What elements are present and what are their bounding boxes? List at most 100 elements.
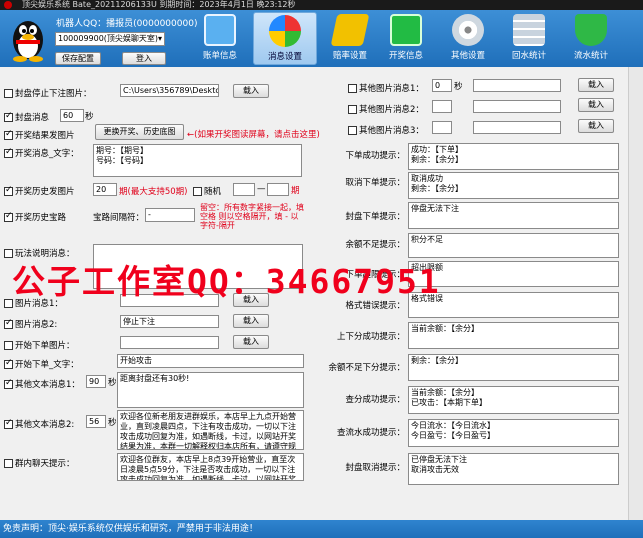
- group-select-value: 100009900(顶尖娱聊天室): [58, 34, 159, 43]
- stop-bet-image-load-button[interactable]: 载入: [233, 84, 269, 98]
- checkbox[interactable]: [4, 147, 13, 158]
- start-bet-image-load-button[interactable]: 载入: [233, 335, 269, 349]
- login-button[interactable]: 登入: [122, 52, 166, 65]
- other-image-3-label[interactable]: 其他图片消息3：: [348, 124, 424, 136]
- random-min-field[interactable]: [233, 183, 255, 196]
- label: 其他图片消息2：: [359, 105, 424, 115]
- other-image-1-load-button[interactable]: 载入: [578, 78, 614, 92]
- road-separator-field[interactable]: -: [145, 208, 195, 222]
- nav-message-settings[interactable]: 消息设置: [253, 12, 317, 65]
- other-text-2-textarea[interactable]: 欢迎各位新老朋友进群娱乐，本店早上九点开始营业，直到凌晨四点，下注有攻击成功，一…: [117, 410, 304, 450]
- label: 开始下单图片：: [15, 341, 75, 351]
- other-image-3-seconds[interactable]: [432, 121, 452, 134]
- group-chat-hint-textarea[interactable]: 欢迎各位群友，本店早上8点39开始营业，直至次日凌晨5点59分，下注是否攻击成功…: [117, 453, 304, 481]
- chevron-down-icon: ▾: [157, 34, 162, 43]
- label: 开奖历史宝路: [15, 213, 67, 223]
- checkbox[interactable]: [4, 318, 13, 329]
- range-dash: —: [257, 184, 266, 194]
- nav-label: 账单信息: [202, 51, 237, 61]
- cancel-bet-textarea[interactable]: 取消成功 剩余：【余分】: [408, 172, 619, 199]
- checkbox[interactable]: [4, 418, 13, 429]
- other-image-2-seconds[interactable]: [432, 100, 452, 113]
- seal-message-seconds[interactable]: 60: [60, 109, 84, 122]
- other-image-3-load-button[interactable]: 载入: [578, 119, 614, 133]
- seal-cancel-textarea[interactable]: 已停盘无法下注 取消攻击无效: [408, 453, 619, 485]
- checkbox[interactable]: [4, 211, 13, 222]
- start-bet-text-field[interactable]: 开始攻击: [117, 354, 304, 368]
- other-text-1-textarea[interactable]: 距离封盘还有30秒!: [117, 372, 304, 408]
- draw-message-textarea[interactable]: 期号：【期号】 号码：【号码】: [93, 144, 302, 177]
- bet-success-textarea[interactable]: 成功：【下单】 剩余：【余分】: [408, 143, 619, 170]
- disc-icon: [452, 14, 484, 46]
- checkbox[interactable]: [4, 129, 13, 140]
- other-image-2-label[interactable]: 其他图片消息2：: [348, 103, 424, 115]
- start-bet-image-label[interactable]: 开始下单图片：: [4, 339, 75, 351]
- label: 其他文本消息2:: [15, 420, 75, 430]
- app-logo-icon: [4, 1, 12, 9]
- stop-bet-image-path[interactable]: C:\Users\356789\Desktop: [120, 84, 219, 97]
- label: 其他图片消息3：: [359, 126, 424, 136]
- checkbox[interactable]: [4, 358, 13, 369]
- draw-history-road-label[interactable]: 开奖历史宝路: [4, 211, 66, 223]
- nav-turnover-stats[interactable]: 流水统计: [559, 12, 623, 65]
- other-image-3-path[interactable]: [473, 121, 561, 134]
- image-message-2-field[interactable]: 停止下注: [120, 315, 219, 328]
- qq-penguin-icon: [6, 16, 50, 62]
- other-text-2-seconds[interactable]: 56: [86, 415, 106, 428]
- other-image-2-path[interactable]: [473, 100, 561, 113]
- other-text-1-seconds[interactable]: 90: [86, 375, 106, 388]
- checkbox[interactable]: [4, 111, 13, 122]
- other-image-2-load-button[interactable]: 载入: [578, 98, 614, 112]
- seal-message-label[interactable]: 封盘消息: [4, 111, 49, 123]
- change-background-button[interactable]: 更换开奖、历史底图: [95, 124, 184, 140]
- draw-history-image-label[interactable]: 开奖历史发图片: [4, 185, 75, 197]
- other-image-1-label[interactable]: 其他图片消息1：: [348, 82, 424, 94]
- checkbox[interactable]: [4, 89, 13, 98]
- image-message-2-load-button[interactable]: 载入: [233, 314, 269, 328]
- checkbox[interactable]: [4, 341, 13, 350]
- checkbox[interactable]: [4, 459, 13, 468]
- image-message-2-label[interactable]: 图片消息2:: [4, 318, 57, 330]
- start-bet-text-label[interactable]: 开始下单_文字：: [4, 358, 79, 370]
- draw-result-image-label[interactable]: 开奖结果发图片: [4, 129, 75, 141]
- checkbox[interactable]: [193, 187, 202, 196]
- start-bet-image-field[interactable]: [120, 336, 219, 349]
- random-max-field[interactable]: [267, 183, 289, 196]
- checkbox[interactable]: [348, 126, 357, 135]
- other-image-1-seconds[interactable]: 0: [432, 79, 452, 92]
- random-checkbox-label[interactable]: 随机: [193, 185, 221, 197]
- label: 开奖历史发图片: [15, 187, 75, 197]
- label: 随机: [204, 187, 222, 197]
- nav-draw-info[interactable]: 开奖信息: [374, 12, 438, 65]
- score-change-textarea[interactable]: 当前余额：【余分】: [408, 322, 619, 349]
- nav-billing[interactable]: 账单信息: [188, 12, 252, 65]
- other-image-1-path[interactable]: [473, 79, 561, 92]
- screen-read-hint[interactable]: ←(如果开奖图读屏幕，请点击这里): [187, 128, 320, 140]
- group-chat-hint-label[interactable]: 群内聊天提示：: [4, 457, 75, 469]
- checkbox[interactable]: [4, 185, 13, 196]
- stop-bet-image-label[interactable]: 封盘停止下注图片：: [4, 87, 92, 99]
- sealed-bet-textarea[interactable]: 停盘无法下注: [408, 202, 619, 229]
- checkbox[interactable]: [4, 378, 13, 389]
- nav-odds-settings[interactable]: 赔率设置: [318, 12, 382, 65]
- label: 开始下单_文字：: [15, 360, 79, 370]
- check-turnover-label: 查流水成功提示：: [336, 428, 405, 438]
- nav-label: 开奖信息: [388, 51, 423, 61]
- header: 机器人QQ：播报员(0000000000) 100009900(顶尖娱聊天室) …: [0, 10, 643, 67]
- other-text-2-label[interactable]: 其他文本消息2:: [4, 418, 74, 430]
- check-score-textarea[interactable]: 当前余额：【余分】 已攻击：【本期下单】: [408, 386, 619, 414]
- score-change-label: 上下分成功提示：: [336, 332, 405, 342]
- check-turnover-textarea[interactable]: 今日流水：【今日流水】 今日盈亏：【今日盈亏】: [408, 419, 619, 447]
- history-count-field[interactable]: 20: [93, 183, 117, 196]
- nav-other-settings[interactable]: 其他设置: [436, 12, 500, 65]
- group-select[interactable]: 100009900(顶尖娱聊天室) ▾: [55, 32, 165, 46]
- save-config-button[interactable]: 保存配置: [55, 52, 101, 65]
- checkbox[interactable]: [348, 105, 357, 114]
- nav-rebate-stats[interactable]: 回水统计: [497, 12, 561, 65]
- footer-disclaimer: 免责声明：顶尖·娱乐系统仅供娱乐和研究，严禁用于非法用途！: [0, 520, 643, 538]
- nav-label: 其他设置: [450, 51, 485, 61]
- draw-message-text-label[interactable]: 开奖消息_文字：: [4, 147, 79, 159]
- insufficient-withdraw-textarea[interactable]: 剩余：【余分】: [408, 354, 619, 381]
- checkbox[interactable]: [348, 84, 357, 93]
- other-text-1-label[interactable]: 其他文本消息1：: [4, 378, 80, 390]
